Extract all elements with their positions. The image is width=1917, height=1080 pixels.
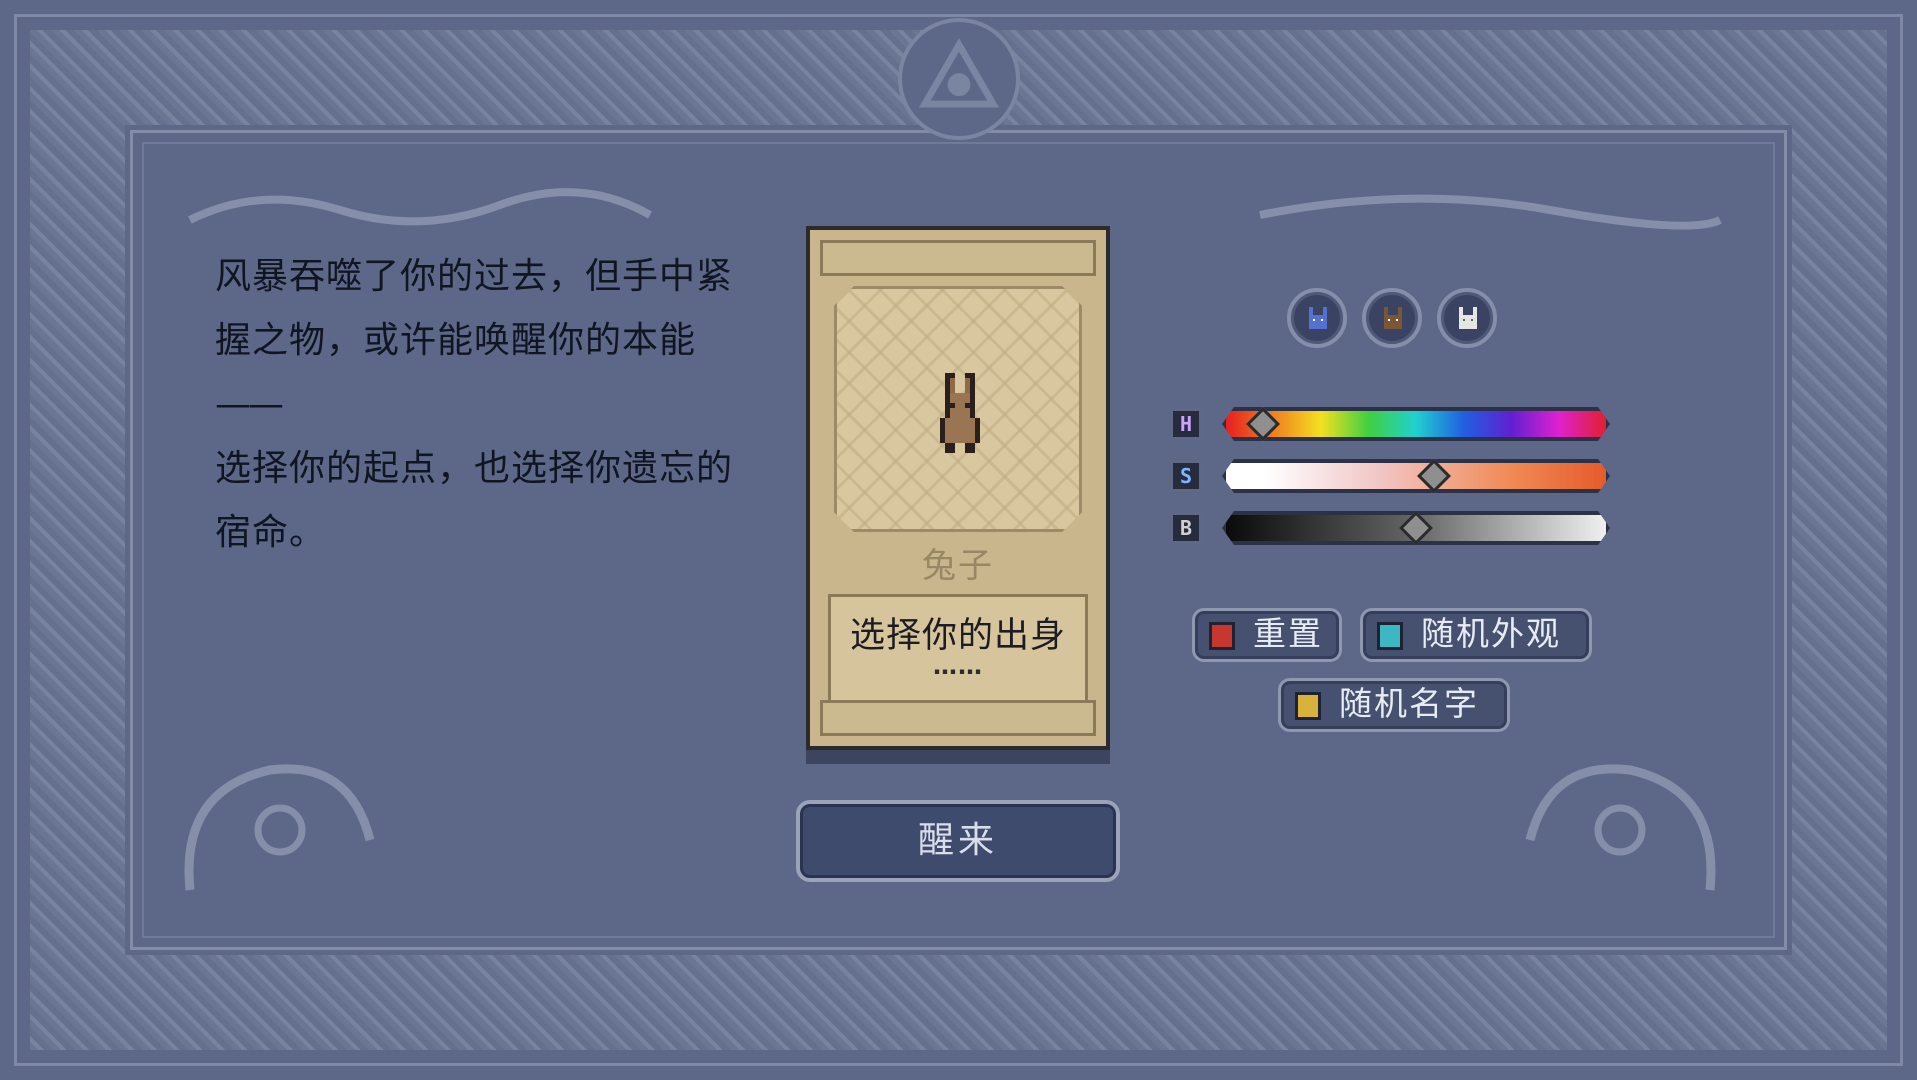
random-look-label: 随机外观 — [1421, 614, 1561, 653]
rabbit-head-icon — [1459, 307, 1477, 329]
corner-ornament-top-left-icon — [188, 188, 652, 226]
wake-button[interactable]: 醒来 — [796, 800, 1120, 882]
preset-brown-button[interactable] — [1362, 288, 1422, 348]
card-description: 选择你的出身 …… — [828, 594, 1088, 704]
name-tag-icon — [1295, 692, 1321, 720]
intro-line: 握之物，或许能唤醒你的本能 — [215, 320, 697, 361]
corner-ornament-bottom-right-icon — [1525, 764, 1716, 891]
random-look-button[interactable]: 随机外观 — [1360, 608, 1592, 662]
corner-ornament-top-right-icon — [1259, 194, 1722, 230]
reset-icon — [1209, 622, 1235, 650]
hue-slider[interactable] — [1222, 407, 1610, 441]
card-bottom-band — [820, 700, 1096, 736]
preset-white-button[interactable] — [1437, 288, 1497, 348]
crest-emblem-icon — [898, 18, 1020, 140]
origin-card[interactable]: 兔子 选择你的出身 …… — [806, 226, 1110, 750]
intro-line: 选择你的起点，也选择你遗忘的 — [215, 448, 734, 489]
dice-icon — [1377, 622, 1403, 650]
saturation-slider[interactable] — [1222, 459, 1610, 493]
intro-line: 宿命。 — [215, 512, 327, 553]
random-name-button[interactable]: 随机名字 — [1278, 678, 1510, 732]
intro-dash: —— — [215, 384, 284, 425]
hue-label: H — [1170, 408, 1202, 440]
corner-ornament-bottom-left-icon — [184, 764, 375, 891]
random-name-label: 随机名字 — [1339, 684, 1479, 723]
intro-text: 风暴吞噬了你的过去，但手中紧 握之物，或许能唤醒你的本能 —— 选择你的起点，也… — [215, 245, 785, 565]
intro-line: 风暴吞噬了你的过去，但手中紧 — [215, 256, 734, 297]
brightness-label: B — [1170, 512, 1202, 544]
card-title: 选择你的出身 — [849, 616, 1066, 656]
rabbit-head-icon — [1309, 307, 1327, 329]
rabbit-icon — [940, 373, 980, 453]
reset-label: 重置 — [1253, 614, 1323, 653]
saturation-label: S — [1170, 460, 1202, 492]
preset-blue-button[interactable] — [1287, 288, 1347, 348]
card-portrait — [834, 286, 1082, 532]
rabbit-head-icon — [1384, 307, 1402, 329]
creature-name: 兔子 — [922, 546, 994, 586]
card-top-band — [820, 240, 1096, 276]
reset-button[interactable]: 重置 — [1192, 608, 1342, 662]
